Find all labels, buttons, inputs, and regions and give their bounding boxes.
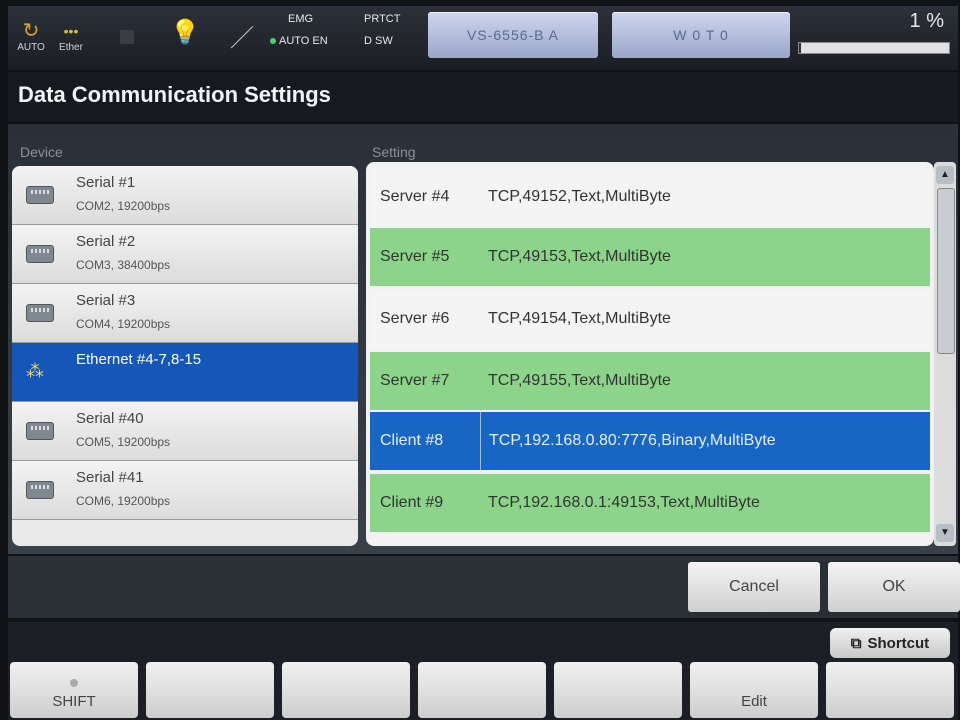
title-bar: Data Communication Settings [8,72,958,122]
network-icon: ⁂ [26,361,44,381]
fkey-label: Edit [741,693,767,710]
setting-name: Server #5 [380,248,450,265]
setting-name: Client #8 [370,412,481,470]
auto-en-indicator: AUTO EN [270,34,328,48]
dsw-label: D SW [364,35,393,47]
setting-row-client-9[interactable]: Client #9 TCP,192.168.0.1:49153,Text,Mul… [370,474,930,532]
ethernet-status-icon: ••• Ether [54,20,88,53]
cancel-button[interactable]: Cancel [688,562,820,612]
setting-name: Client #9 [380,494,444,511]
function-key-bar: ⧉ Shortcut SHIFT Edit [8,622,958,720]
auto-en-label: AUTO EN [279,35,328,47]
action-bar: Cancel OK [8,556,960,618]
fkey-label: SHIFT [52,693,96,710]
device-name: Serial #1 [76,174,136,191]
serial-port-icon [26,481,54,499]
setting-name: Server #7 [380,372,450,389]
green-led-icon [270,38,276,45]
device-name: Serial #41 [76,469,144,486]
function-key-4[interactable] [418,662,546,718]
work-tool-button[interactable]: W 0 T 0 [612,12,790,58]
device-item-serial-41[interactable]: Serial #41 COM6, 19200bps [12,461,358,520]
setting-row-server-6[interactable]: Server #6 TCP,49154,Text,MultiByte [370,290,930,348]
scroll-up-icon[interactable]: ▲ [936,166,954,184]
device-list: Serial #1 COM2, 19200bps Serial #2 COM3,… [12,166,358,546]
function-key-2[interactable] [146,662,274,718]
speed-percent: 1 % [909,10,944,32]
setting-value: TCP,192.168.0.80:7776,Binary,MultiByte [489,432,776,449]
setting-header: Setting [372,144,416,160]
function-key-5[interactable] [554,662,682,718]
shortcut-icon: ⧉ [850,634,862,652]
serial-port-icon [26,186,54,204]
device-detail: COM2, 19200bps [76,199,171,213]
setting-row-client-8[interactable]: Client #8 TCP,192.168.0.80:7776,Binary,M… [370,412,930,470]
setting-row-server-5[interactable]: Server #5 TCP,49153,Text,MultiByte [370,228,930,286]
speed-progress-fill [799,43,801,53]
tool-icon: ／ [230,25,254,52]
scroll-thumb[interactable] [937,188,955,354]
device-name: Serial #40 [76,410,144,427]
device-detail: COM4, 19200bps [76,317,171,331]
device-name: Serial #3 [76,292,136,309]
device-name: Ethernet #4-7,8-15 [76,351,202,368]
setting-name: Server #6 [380,310,450,327]
device-item-serial-1[interactable]: Serial #1 COM2, 19200bps [12,166,358,225]
robot-model-button[interactable]: VS-6556-B A [428,12,598,58]
setting-value: TCP,49152,Text,MultiByte [488,188,671,205]
setting-value: TCP,192.168.0.1:49153,Text,MultiByte [488,494,760,511]
shortcut-button[interactable]: ⧉ Shortcut [830,628,950,658]
device-item-serial-3[interactable]: Serial #3 COM4, 19200bps [12,284,358,343]
status-bar: ↻ AUTO ••• Ether 💡 ／ EMG AUTO EN PRTCT D… [8,6,958,70]
function-key-3[interactable] [282,662,410,718]
setting-value: TCP,49155,Text,MultiByte [488,372,671,389]
setting-row-server-7[interactable]: Server #7 TCP,49155,Text,MultiByte [370,352,930,410]
auto-mode-icon: ↻ AUTO [16,20,46,53]
lamp-icon: 💡 [170,19,200,46]
page-title: Data Communication Settings [18,82,331,107]
setting-row-server-4[interactable]: Server #4 TCP,49152,Text,MultiByte [370,168,930,226]
auto-glyph-icon: ↻ [22,20,40,42]
emg-label: EMG [288,13,314,25]
device-header: Device [20,144,63,160]
setting-scrollbar[interactable]: ▲ ▼ [934,162,956,546]
prtct-label: PRTCT [364,13,401,25]
device-detail: COM6, 19200bps [76,494,171,508]
shortcut-label: Shortcut [867,634,930,652]
shift-led-icon [70,679,78,687]
function-key-7[interactable] [826,662,954,718]
edit-key[interactable]: Edit [690,662,818,718]
ok-button[interactable]: OK [828,562,960,612]
device-item-serial-40[interactable]: Serial #40 COM5, 19200bps [12,402,358,461]
auto-label: AUTO [17,42,45,53]
speed-progress-bar [798,42,950,54]
ether-dots-icon: ••• [63,23,79,39]
main-panel: Device Setting Serial #1 COM2, 19200bps … [8,124,958,554]
scroll-down-icon[interactable]: ▼ [936,524,954,542]
ether-label: Ether [59,42,83,53]
device-item-serial-2[interactable]: Serial #2 COM3, 38400bps [12,225,358,284]
shift-key[interactable]: SHIFT [10,662,138,718]
serial-port-icon [26,422,54,440]
status-square-icon [120,30,134,44]
setting-value: TCP,49154,Text,MultiByte [488,310,671,327]
setting-name: Server #4 [380,188,450,205]
device-name: Serial #2 [76,233,136,250]
device-item-ethernet[interactable]: ⁂ Ethernet #4-7,8-15 [12,343,358,402]
device-detail: COM5, 19200bps [76,435,171,449]
setting-list: Server #4 TCP,49152,Text,MultiByte Serve… [366,162,934,546]
serial-port-icon [26,304,54,322]
setting-value: TCP,49153,Text,MultiByte [488,248,671,265]
serial-port-icon [26,245,54,263]
device-detail: COM3, 38400bps [76,258,171,272]
teach-pendant-screen: ↻ AUTO ••• Ether 💡 ／ EMG AUTO EN PRTCT D… [0,0,960,720]
